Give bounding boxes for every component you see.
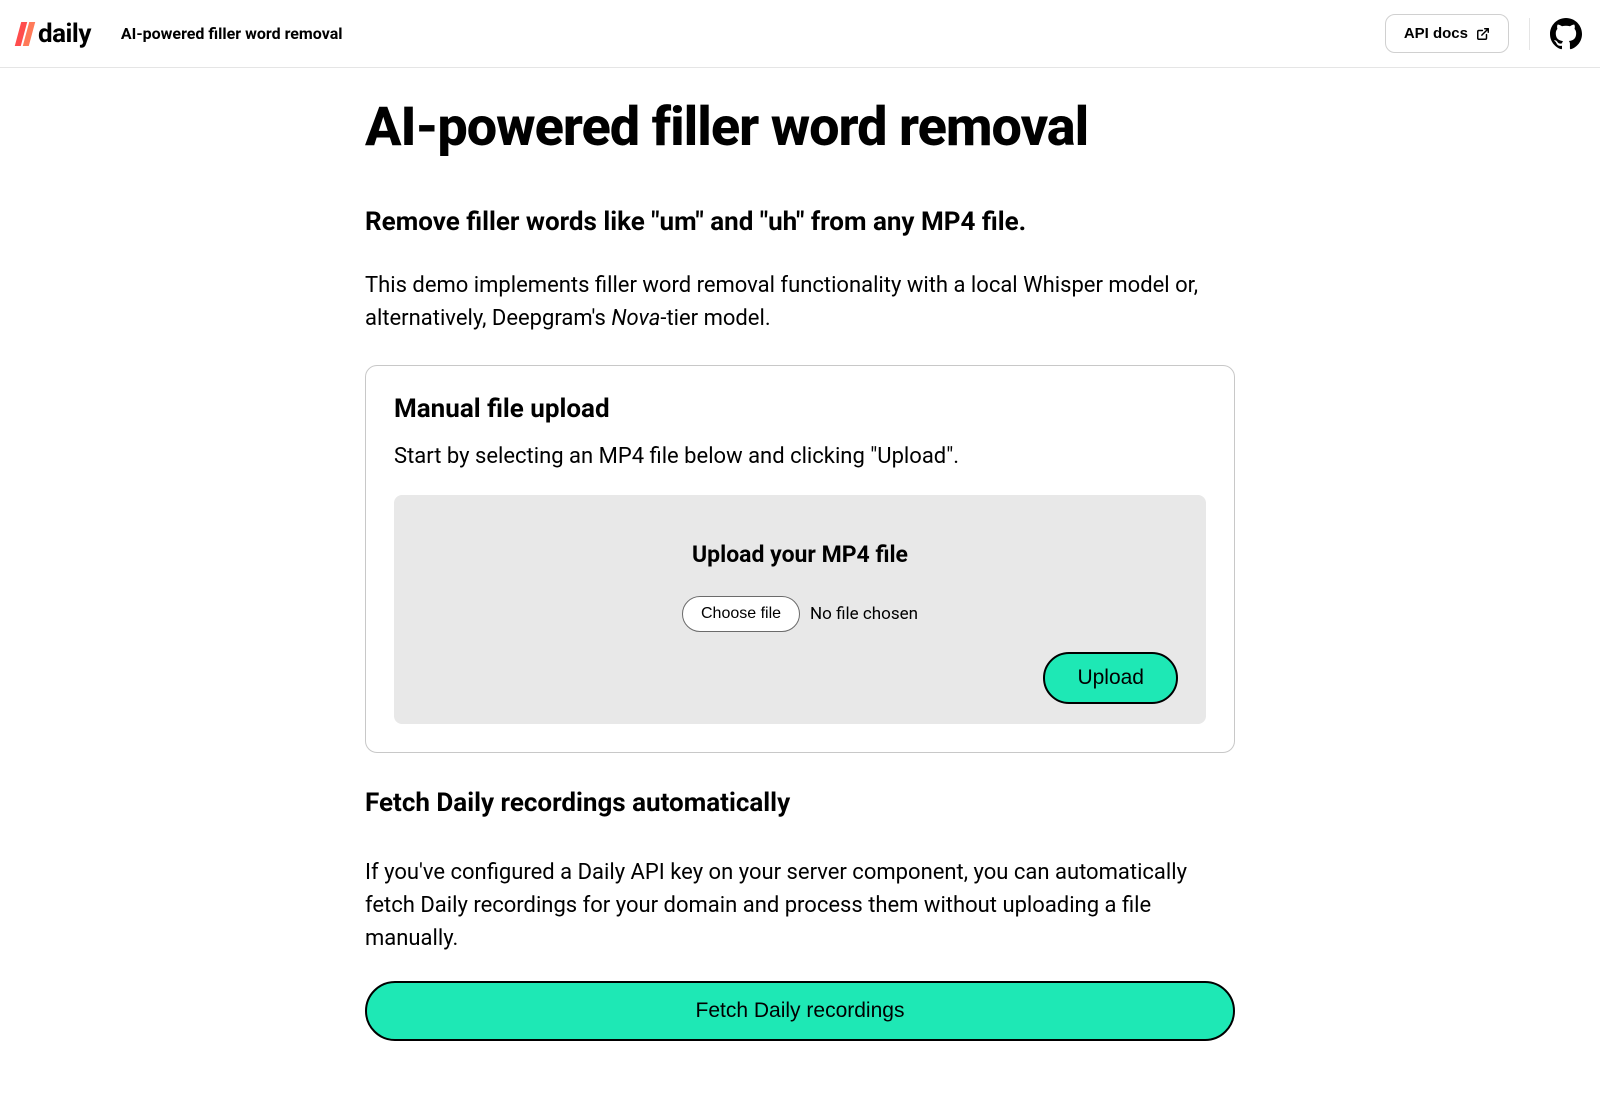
logo-text: daily — [38, 19, 91, 49]
header-left: daily AI-powered filler word removal — [18, 19, 342, 49]
fetch-description: If you've configured a Daily API key on … — [365, 856, 1235, 955]
upload-card-title: Manual file upload — [394, 394, 1206, 424]
logo[interactable]: daily — [18, 19, 91, 49]
description-prefix: This demo implements filler word removal… — [365, 273, 1198, 331]
upload-button-row: Upload — [422, 652, 1178, 704]
description-em: Nova — [611, 306, 660, 331]
api-docs-label: API docs — [1404, 25, 1468, 42]
choose-file-button[interactable]: Choose file — [682, 596, 800, 632]
fetch-section-heading: Fetch Daily recordings automatically — [365, 788, 1235, 818]
external-link-icon — [1476, 27, 1490, 41]
upload-zone-title: Upload your MP4 file — [422, 541, 1178, 568]
github-icon[interactable] — [1550, 18, 1582, 50]
main-content: AI-powered filler word removal Remove fi… — [345, 68, 1255, 1101]
header-subtitle: AI-powered filler word removal — [121, 24, 343, 43]
divider — [1529, 18, 1530, 50]
description-text: This demo implements filler word removal… — [365, 269, 1235, 335]
subtitle-heading: Remove filler words like "um" and "uh" f… — [365, 207, 1235, 237]
file-status-text: No file chosen — [810, 604, 918, 624]
upload-card: Manual file upload Start by selecting an… — [365, 365, 1235, 753]
api-docs-button[interactable]: API docs — [1385, 14, 1509, 53]
upload-button[interactable]: Upload — [1043, 652, 1178, 704]
fetch-recordings-button[interactable]: Fetch Daily recordings — [365, 981, 1235, 1041]
description-suffix: -tier model. — [660, 306, 770, 331]
page-title: AI-powered filler word removal — [365, 96, 1235, 159]
header-right: API docs — [1385, 14, 1582, 53]
logo-mark-icon — [18, 22, 32, 46]
header: daily AI-powered filler word removal API… — [0, 0, 1600, 68]
file-input-row: Choose file No file chosen — [682, 596, 918, 632]
upload-card-description: Start by selecting an MP4 file below and… — [394, 444, 1206, 469]
upload-zone: Upload your MP4 file Choose file No file… — [394, 495, 1206, 724]
